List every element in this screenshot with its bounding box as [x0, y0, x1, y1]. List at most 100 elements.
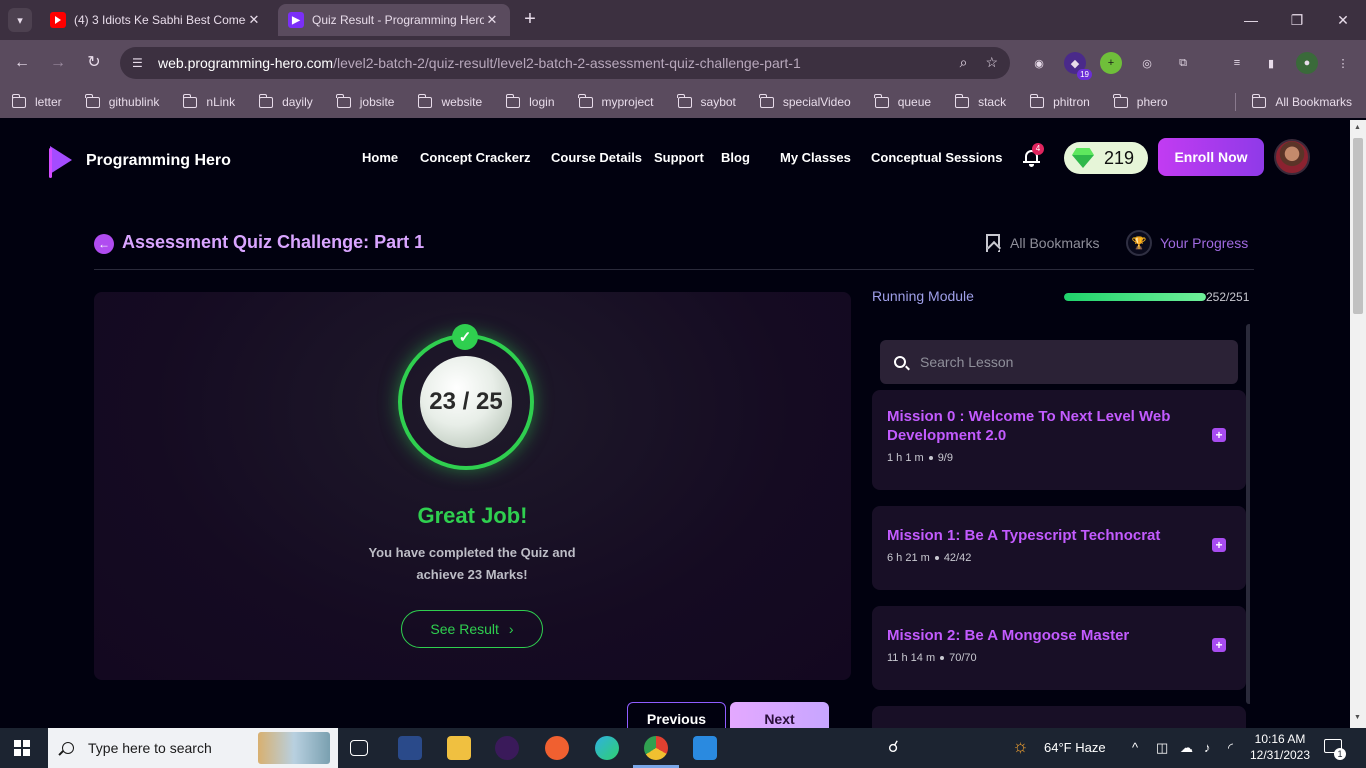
extension-icon[interactable]: ◆ 19 — [1064, 52, 1092, 80]
gems-counter[interactable]: 219 — [1064, 142, 1148, 174]
postman-icon[interactable] — [545, 736, 569, 760]
nav-blog[interactable]: Blog — [721, 150, 750, 165]
scrollbar-thumb[interactable] — [1353, 138, 1363, 314]
app-icon[interactable] — [495, 736, 519, 760]
taskbar-search[interactable]: Type here to search — [48, 728, 338, 768]
vscode-icon[interactable] — [693, 736, 717, 760]
bookmark-folder[interactable]: letter — [11, 93, 62, 109]
back-circle-icon[interactable]: ← — [94, 234, 114, 254]
see-result-button[interactable]: See Result › — [401, 610, 543, 648]
search-lesson-input[interactable]: Search Lesson — [880, 340, 1238, 384]
bookmark-folder[interactable]: specialVideo — [759, 93, 851, 109]
nav-course-details[interactable]: Course Details — [551, 150, 642, 165]
scroll-up-arrow-icon[interactable]: ▲ — [1354, 124, 1361, 131]
chevron-up-icon[interactable]: ^ — [1132, 740, 1138, 755]
module-duration: 1 h 1 m — [887, 452, 924, 464]
task-view-icon[interactable] — [350, 740, 368, 756]
module-item-partial[interactable] — [872, 706, 1246, 728]
plus-extension-icon[interactable]: + — [1100, 52, 1122, 74]
tab-search-button[interactable]: ▾ — [8, 8, 32, 32]
quiz-result-card: 23 / 25 ✓ Great Job! You have completed … — [94, 292, 851, 680]
scroll-down-arrow-icon[interactable]: ▼ — [1354, 714, 1361, 721]
bookmark-folder[interactable]: myproject — [578, 93, 654, 109]
result-message-line: You have completed the Quiz and — [368, 545, 576, 560]
target-extension-icon[interactable]: ◎ — [1136, 52, 1158, 74]
profile-avatar-icon[interactable]: ● — [1296, 52, 1318, 74]
volume-icon[interactable]: ♪ — [1204, 740, 1211, 755]
back-arrow-icon[interactable]: ← — [10, 51, 34, 75]
file-explorer-icon[interactable] — [447, 736, 471, 760]
more-menu-icon[interactable]: ⋮ — [1332, 52, 1354, 74]
bookmark-folder[interactable]: phero — [1113, 93, 1168, 109]
media-control-icon[interactable]: ≡ — [1226, 52, 1248, 74]
camera-extension-icon[interactable]: ◉ — [1028, 52, 1050, 74]
expand-plus-icon[interactable]: + — [1212, 638, 1226, 652]
nav-home[interactable]: Home — [362, 150, 398, 165]
bookmark-folder[interactable]: stack — [954, 93, 1006, 109]
folder-icon — [258, 93, 274, 108]
user-avatar[interactable] — [1274, 139, 1310, 175]
forward-arrow-icon[interactable]: → — [46, 51, 70, 75]
nav-support[interactable]: Support — [654, 150, 704, 165]
address-bar[interactable]: ☰ web.programming-hero.com /level2-batch… — [120, 47, 1010, 79]
your-progress-label: Your Progress — [1160, 235, 1249, 251]
bookmark-label: phitron — [1053, 95, 1090, 109]
zoom-search-icon[interactable]: ⌕ — [960, 54, 968, 71]
next-button[interactable]: Next — [730, 702, 829, 728]
app-icon[interactable] — [398, 736, 422, 760]
new-tab-button[interactable]: + — [518, 8, 542, 32]
side-panel-icon[interactable]: ▮ — [1260, 52, 1282, 74]
bookmark-folder[interactable]: dayily — [258, 93, 313, 109]
restore-button[interactable]: ❐ — [1274, 8, 1320, 32]
minimize-button[interactable]: — — [1228, 8, 1274, 32]
bookmark-folder[interactable]: phitron — [1029, 93, 1090, 109]
folder-icon — [336, 93, 351, 108]
close-tab-icon[interactable]: ✕ — [246, 12, 262, 28]
onedrive-cloud-icon[interactable]: ☁ — [1180, 740, 1193, 756]
tab-youtube[interactable]: (4) 3 Idiots Ke Sabhi Best Comedy ✕ — [40, 4, 272, 36]
bookmark-folder[interactable]: githublink — [85, 93, 159, 109]
your-progress-link[interactable]: 🏆 Your Progress — [1126, 230, 1248, 256]
sidebar-scrollbar[interactable] — [1246, 324, 1250, 704]
weather-text[interactable]: 64°F Haze — [1044, 740, 1106, 755]
enroll-now-button[interactable]: Enroll Now — [1158, 138, 1264, 176]
previous-button[interactable]: Previous — [627, 702, 726, 728]
close-window-button[interactable]: ✕ — [1320, 8, 1366, 32]
module-item[interactable]: Mission 0 : Welcome To Next Level Web De… — [872, 390, 1246, 490]
bookmark-folder[interactable]: saybot — [677, 93, 736, 109]
bookmark-label: All Bookmarks — [1275, 95, 1352, 109]
nav-my-classes[interactable]: My Classes — [780, 150, 851, 165]
all-bookmarks-folder[interactable]: All Bookmarks — [1235, 93, 1352, 111]
wifi-icon[interactable]: ◜ — [1228, 740, 1233, 756]
puzzle-extensions-icon[interactable]: ⧉ — [1172, 52, 1194, 74]
close-tab-icon[interactable]: ✕ — [484, 12, 500, 28]
module-item[interactable]: Mission 2: Be A Mongoose Master 11 h 14 … — [872, 606, 1246, 690]
nav-conceptual-sessions[interactable]: Conceptual Sessions — [871, 150, 1002, 165]
expand-plus-icon[interactable]: + — [1212, 538, 1226, 552]
site-info-icon[interactable]: ☰ — [132, 56, 148, 70]
bookmark-label: myproject — [601, 95, 654, 109]
chrome-icon[interactable] — [644, 736, 668, 760]
tab-quiz-result[interactable]: ▶ Quiz Result - Programming Hero ✕ — [278, 4, 510, 36]
bookmark-folder[interactable]: website — [417, 93, 482, 109]
system-clock[interactable]: 10:16 AM 12/31/2023 — [1248, 731, 1312, 763]
star-bookmark-icon[interactable]: ☆ — [985, 54, 998, 71]
meet-icon[interactable]: ◫ — [1156, 740, 1168, 756]
page-scrollbar[interactable]: ▲ ▼ — [1350, 120, 1366, 728]
edge-icon[interactable] — [595, 736, 619, 760]
site-logo[interactable]: Programming Hero — [46, 144, 231, 178]
people-icon[interactable]: ☌ — [888, 737, 899, 757]
expand-plus-icon[interactable]: + — [1212, 428, 1226, 442]
module-item[interactable]: Mission 1: Be A Typescript Technocrat 6 … — [872, 506, 1246, 590]
notification-bell-icon[interactable]: 4 — [1022, 143, 1044, 168]
all-bookmarks-link[interactable]: All Bookmarks — [986, 234, 1099, 252]
bookmark-folder[interactable]: nLink — [182, 93, 235, 109]
bookmark-folder[interactable]: queue — [874, 93, 931, 109]
bookmark-folder[interactable]: login — [505, 93, 555, 109]
nav-concept-crackerz[interactable]: Concept Crackerz — [420, 150, 531, 165]
bookmark-folder[interactable]: jobsite — [336, 93, 394, 109]
windows-start-icon[interactable] — [14, 740, 30, 756]
reload-icon[interactable]: ↻ — [82, 51, 106, 75]
folder-icon — [677, 93, 692, 108]
weather-icon[interactable]: ☼ — [1012, 736, 1029, 757]
